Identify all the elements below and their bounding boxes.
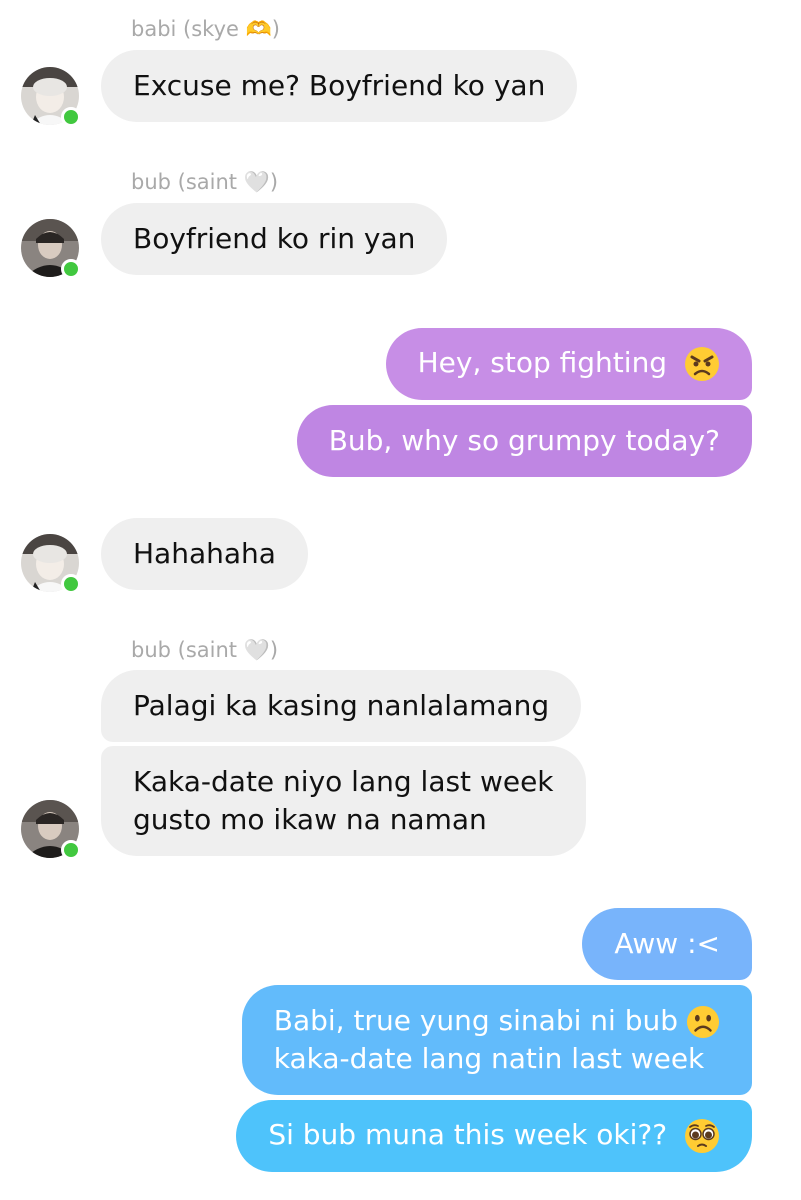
avatar-babi[interactable] bbox=[21, 534, 81, 594]
frowning-face-icon bbox=[686, 1005, 720, 1039]
message-text-line: Kaka-date niyo lang last week bbox=[133, 765, 554, 798]
message-bubble-incoming[interactable]: Kaka-date niyo lang last week gusto mo i… bbox=[101, 746, 586, 856]
message-text-line: gusto mo ikaw na naman bbox=[133, 803, 487, 836]
message-text: Si bub muna this week oki?? bbox=[268, 1118, 668, 1151]
message-bubble-outgoing[interactable]: Babi, true yung sinabi ni bub kaka-date … bbox=[241, 985, 752, 1095]
message-text: Palagi ka kasing nanlalamang bbox=[133, 689, 550, 722]
avatar-bub[interactable] bbox=[21, 800, 81, 860]
angry-face-icon bbox=[685, 347, 719, 381]
message-text-line: Babi, true yung sinabi ni bub bbox=[274, 1002, 720, 1040]
online-status-dot bbox=[61, 259, 81, 279]
online-status-dot bbox=[61, 574, 81, 594]
message-bubble-incoming[interactable]: Hahahaha bbox=[101, 518, 308, 590]
sender-name-babi: babi (skye 🫶) bbox=[131, 17, 280, 41]
sender-name-bub: bub (saint 🤍) bbox=[131, 638, 279, 662]
message-text: Excuse me? Boyfriend ko yan bbox=[133, 69, 546, 102]
message-bubble-outgoing[interactable]: Aww :< bbox=[582, 908, 752, 980]
message-text: Boyfriend ko rin yan bbox=[133, 222, 416, 255]
avatar-bub[interactable] bbox=[21, 219, 81, 279]
pleading-face-icon bbox=[685, 1119, 719, 1153]
message-text-line: kaka-date lang natin last week bbox=[273, 1042, 705, 1075]
sender-name-bub: bub (saint 🤍) bbox=[131, 170, 279, 194]
online-status-dot bbox=[61, 840, 81, 860]
message-bubble-outgoing[interactable]: Si bub muna this week oki?? bbox=[236, 1100, 752, 1172]
message-text: Bub, why so grumpy today? bbox=[328, 424, 720, 457]
message-text: Hey, stop fighting bbox=[417, 346, 668, 379]
message-bubble-incoming[interactable]: Excuse me? Boyfriend ko yan bbox=[101, 50, 578, 122]
message-text: Aww :< bbox=[614, 927, 720, 960]
message-bubble-outgoing[interactable]: Hey, stop fighting bbox=[385, 328, 752, 400]
message-text: Hahahaha bbox=[133, 537, 276, 570]
online-status-dot bbox=[61, 107, 81, 127]
message-bubble-outgoing[interactable]: Bub, why so grumpy today? bbox=[296, 405, 752, 477]
message-bubble-incoming[interactable]: Boyfriend ko rin yan bbox=[101, 203, 448, 275]
message-bubble-incoming[interactable]: Palagi ka kasing nanlalamang bbox=[101, 670, 582, 742]
avatar-babi[interactable] bbox=[21, 67, 81, 127]
